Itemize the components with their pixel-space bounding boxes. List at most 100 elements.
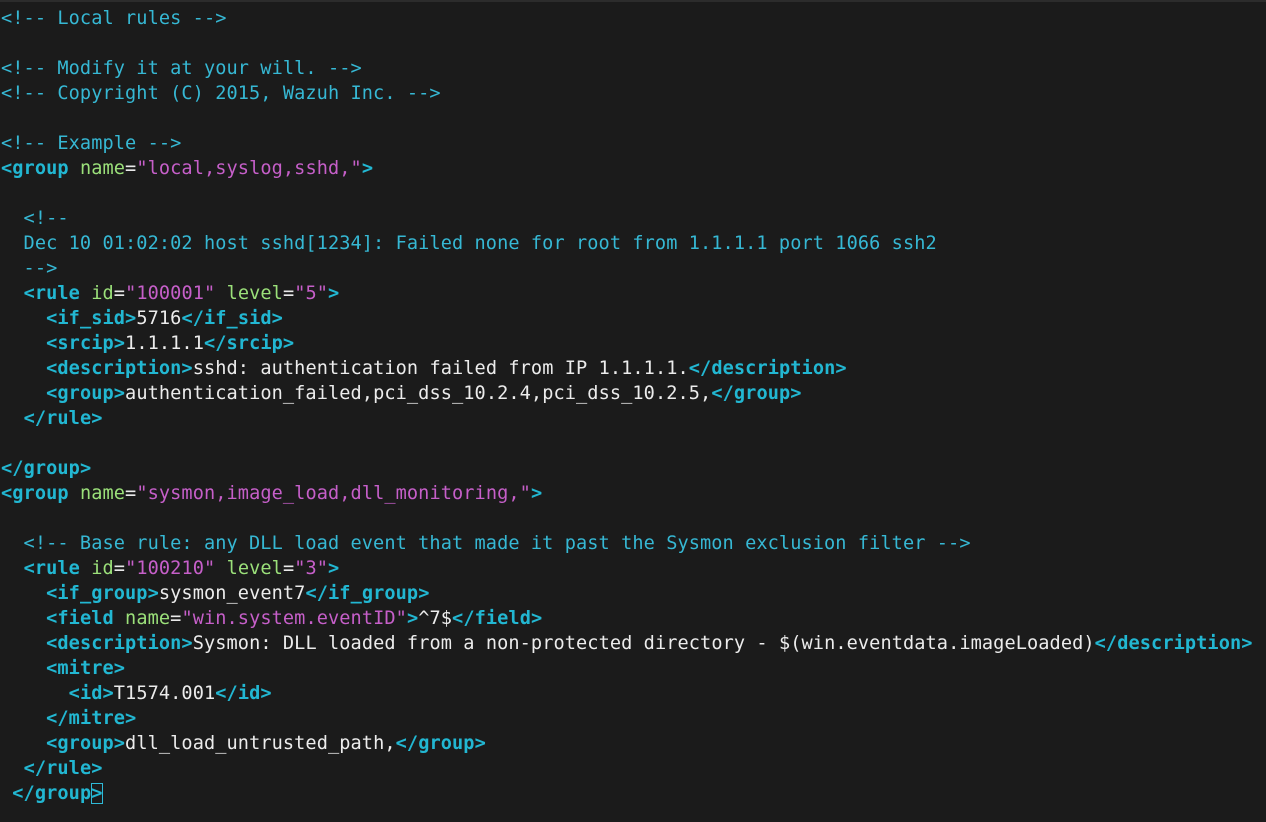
code-line[interactable]: <!-- Base rule: any DLL load event that … [1, 531, 1253, 556]
code-line[interactable]: <if_group>sysmon_event7</if_group> [1, 581, 1253, 606]
code-line[interactable]: </rule> [1, 756, 1253, 781]
code-line[interactable] [1, 431, 1253, 456]
text-content [1, 383, 46, 404]
text-content [215, 558, 226, 579]
text-content [1, 308, 46, 329]
attribute-equals: = [282, 283, 295, 304]
text-content [1, 708, 46, 729]
tag-name: group [12, 483, 69, 504]
text-content [1, 608, 46, 629]
text-content: dll_load_untrusted_path, [125, 733, 396, 754]
code-line[interactable]: <group name="sysmon,image_load,dll_monit… [1, 481, 1253, 506]
tag-name: if_sid [204, 308, 272, 329]
text-editor[interactable]: <!-- Local rules --> <!-- Modify it at yo… [0, 0, 1266, 822]
tag-bracket: > [125, 708, 137, 729]
tag-name: group [57, 733, 114, 754]
code-line[interactable]: --> [1, 256, 1253, 281]
code-line[interactable]: <group>authentication_failed,pci_dss_10.… [1, 381, 1253, 406]
attribute-value: "sysmon,image_load,dll_monitoring," [136, 483, 531, 504]
code-line[interactable]: <group>dll_load_untrusted_path,</group> [1, 731, 1253, 756]
code-line[interactable]: <group name="local,syslog,sshd,"> [1, 156, 1253, 181]
attribute-name: id [91, 558, 114, 579]
tag-name: if_sid [57, 308, 126, 329]
tag-name: description [1117, 633, 1242, 654]
code-line[interactable] [1, 106, 1253, 131]
tag-bracket: </ [181, 308, 204, 329]
tag-bracket: > [282, 333, 295, 354]
tag-bracket: > [790, 383, 802, 404]
tag-bracket: > [113, 733, 126, 754]
tag-bracket: < [46, 358, 58, 379]
tag-bracket: </ [688, 358, 712, 379]
text-content: Sysmon: DLL loaded from a non-protected … [192, 633, 1095, 654]
attribute-equals: = [125, 158, 137, 179]
tag-bracket: > [113, 333, 126, 354]
xml-comment: <!-- Copyright (C) 2015, Wazuh Inc. --> [1, 83, 441, 104]
code-line[interactable] [1, 31, 1253, 56]
code-line[interactable] [1, 181, 1253, 206]
tag-bracket: > [113, 383, 126, 404]
tag-bracket: < [23, 558, 35, 579]
text-content: sshd: authentication failed from IP 1.1.… [192, 358, 689, 379]
tag-bracket: < [46, 608, 58, 629]
attribute-value: "100210" [125, 558, 216, 579]
tag-bracket: > [328, 283, 340, 304]
tag-bracket: > [181, 358, 193, 379]
code-line[interactable]: < description >sshd: authentication failed… [1, 356, 1253, 381]
tag-bracket: > [418, 583, 430, 604]
text-cursor[interactable]: > [91, 783, 103, 804]
tag-name: description [711, 358, 836, 379]
code-area[interactable]: <!-- Local rules --> <!-- Modify it at yo… [1, 6, 1253, 806]
xml-comment: <!-- [1, 208, 69, 229]
attribute-equals: = [282, 558, 295, 579]
tag-bracket: < [46, 633, 58, 654]
tag-name: rule [34, 283, 80, 304]
code-line[interactable]: Dec 10 01:02:02 host sshd[1234]: Failed … [1, 231, 1253, 256]
tag-bracket: </ [203, 333, 227, 354]
code-line[interactable]: <!-- Local rules --> [1, 6, 1253, 31]
code-line[interactable]: </group> [1, 456, 1253, 481]
xml-comment: <!-- Example --> [1, 133, 182, 154]
tag-bracket: > [113, 658, 126, 679]
code-line[interactable]: </rule> [1, 406, 1253, 431]
tag-bracket: > [125, 308, 137, 329]
code-line[interactable]: <id>T1574.001</id> [1, 681, 1253, 706]
code-line[interactable]: <!-- Example --> [1, 131, 1253, 156]
code-line[interactable]: <!-- Modify it at your will. --> [1, 56, 1253, 81]
code-line[interactable]: <!-- Copyright (C) 2015, Wazuh Inc. --> [1, 81, 1253, 106]
tag-bracket: > [474, 733, 486, 754]
code-line[interactable]: </mitre> [1, 706, 1253, 731]
tag-bracket: </ [1, 458, 24, 479]
code-line[interactable]: <rule id="100001" level="5"> [1, 281, 1253, 306]
code-line[interactable]: <mitre> [1, 656, 1253, 681]
code-line[interactable]: <rule id="100210" level="3"> [1, 556, 1253, 581]
attribute-name: id [91, 283, 114, 304]
attribute-name: level [226, 558, 283, 579]
text-content [80, 558, 91, 579]
tag-bracket: </ [46, 708, 69, 729]
tag-bracket: < [68, 683, 80, 704]
tag-bracket: < [46, 308, 58, 329]
text-content [1, 333, 46, 354]
tag-bracket: < [46, 383, 58, 404]
text-content [1, 758, 24, 779]
text-content [1, 283, 24, 304]
attribute-equals: = [113, 558, 126, 579]
text-content [1, 783, 12, 804]
tag-bracket: > [361, 158, 374, 179]
code-line[interactable] [1, 506, 1253, 531]
code-line[interactable]: <srcip>1.1.1.1</srcip> [1, 331, 1253, 356]
code-line[interactable]: </group> [1, 781, 1253, 806]
tag-name: field [57, 608, 114, 629]
tag-bracket: </ [711, 383, 734, 404]
xml-comment: <!-- Local rules --> [1, 8, 227, 29]
code-line[interactable]: <description>Sysmon: DLL loaded from a n… [1, 631, 1253, 656]
text-content [1, 358, 46, 379]
code-line[interactable]: <field name="win.system.eventID">^7$</fi… [1, 606, 1253, 631]
tag-bracket: </ [215, 683, 238, 704]
attribute-equals: = [113, 283, 126, 304]
code-line[interactable]: <!-- [1, 206, 1253, 231]
text-content: authentication_failed,pci_dss_10.2.4,pci… [125, 383, 712, 404]
text-content [1, 633, 46, 654]
code-line[interactable]: <if_sid>5716</if_sid> [1, 306, 1253, 331]
